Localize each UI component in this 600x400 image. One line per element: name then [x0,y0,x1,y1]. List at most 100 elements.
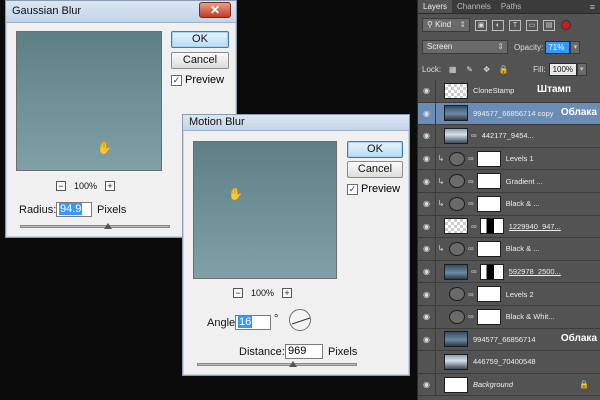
black-white-adjustment-icon [449,241,465,256]
blend-mode-dropdown[interactable]: Screen [422,40,508,54]
visibility-eye-icon[interactable]: ◉ [418,238,436,260]
visibility-eye-icon[interactable]: ◉ [418,102,436,125]
angle-input[interactable]: 16 [235,315,271,330]
zoom-out-button[interactable]: − [233,288,243,298]
link-icon: ∞ [468,312,474,322]
distance-slider-thumb[interactable] [289,361,297,367]
opacity-input[interactable]: 71% [545,40,571,54]
fill-dropdown-arrow[interactable]: ▾ [576,62,587,76]
lock-pixels-icon[interactable]: ✎ [464,64,475,75]
preview-checkbox-row[interactable]: ✓ Preview [347,183,400,195]
layer-name: Black & Whit... [505,312,555,322]
layer-row[interactable]: ◉ ↳ ∞ Levels 1 [418,147,600,171]
visibility-eye-icon[interactable]: ◉ [418,80,436,102]
layer-row[interactable]: ◉ ↳ ∞ Gradient ... [418,170,600,193]
cancel-button[interactable]: Cancel [347,161,403,178]
visibility-eye-icon[interactable]: ◉ [418,192,436,215]
preview-checkbox[interactable]: ✓ [347,183,358,195]
layer-row[interactable]: ◉ ∞ 592978_2500... [418,260,600,284]
layer-row[interactable]: 446759_70400548 [418,351,600,374]
ok-button[interactable]: OK [347,141,403,158]
motion-blur-titlebar[interactable]: Motion Blur [183,115,409,131]
visibility-eye-icon[interactable]: ◉ [418,260,436,283]
distance-input[interactable]: 969 [285,344,323,359]
radius-slider-track[interactable] [20,225,170,228]
lock-all-icon[interactable]: 🔒 [498,64,509,75]
layer-row[interactable]: ◉ ∞ 442177_9454... [418,125,600,148]
motion-blur-preview[interactable]: ✋ [193,141,337,279]
kind-dropdown[interactable]: ⚲ Kind [422,18,470,32]
smart-object-filter-icon[interactable]: ▤ [543,19,555,31]
clip-arrow-icon: ↳ [437,199,445,209]
filter-toggle[interactable] [561,20,571,30]
panel-menu-icon[interactable]: ≡ [590,2,595,12]
cancel-button[interactable]: Cancel [171,52,229,69]
layer-annotation: Штамп [537,84,571,95]
layer-row[interactable]: ◉ CloneStamp Штамп [418,80,600,103]
angle-dial[interactable] [289,309,311,331]
layer-name: Levels 1 [505,154,534,164]
layer-row[interactable]: ◉ 994577_66856714 Облака [418,328,600,352]
opacity-label: Opacity: [514,42,544,52]
visibility-off-cell[interactable] [418,351,436,373]
close-button[interactable]: ✕ [199,2,231,18]
layer-annotation: Облака [560,332,597,344]
angle-label: Angle: [207,317,239,329]
radius-input[interactable]: 94.9 [56,202,92,217]
pixel-filter-icon[interactable]: ▣ [475,19,487,31]
visibility-eye-icon[interactable]: ◉ [418,305,436,328]
ok-button[interactable]: OK [171,31,229,48]
visibility-eye-icon[interactable]: ◉ [418,373,436,396]
tab-layers[interactable]: Layers [418,0,453,13]
layers-list: ◉ CloneStamp Штамп ◉ 994577_66856714 cop… [418,80,600,397]
visibility-eye-icon[interactable]: ◉ [418,147,436,170]
layer-thumbnail [444,331,468,348]
tab-channels[interactable]: Channels [452,0,496,13]
angle-unit: ° [274,313,279,325]
filter-row: ⚲ Kind ▣ ◐ T ▭ ▤ [418,15,600,35]
visibility-eye-icon[interactable]: ◉ [418,283,436,305]
blend-row: Screen Opacity: 71% ▾ [418,37,600,57]
distance-slider-track[interactable] [197,363,357,366]
zoom-in-button[interactable]: + [105,181,116,191]
layer-name: Black & ... [505,244,540,254]
layer-thumbnail [444,353,468,370]
visibility-eye-icon[interactable]: ◉ [418,328,436,351]
layer-name: 994577_66856714 copy [473,108,554,118]
type-filter-icon[interactable]: T [509,19,521,31]
tab-paths[interactable]: Paths [496,0,526,13]
layer-thumbnail [444,376,468,393]
layer-row[interactable]: ◉ ↳ ∞ Black & ... [418,192,600,216]
gaussian-blur-titlebar[interactable]: Gaussian Blur ✕ [6,1,236,23]
levels-adjustment-icon [449,287,465,302]
fill-input[interactable]: 100% [548,62,577,76]
preview-checkbox-row[interactable]: ✓ Preview [171,74,224,86]
visibility-eye-icon[interactable]: ◉ [418,125,436,147]
radius-slider-thumb[interactable] [104,223,112,229]
layer-row[interactable]: ◉ Background 🔒 [418,373,600,397]
layer-row[interactable]: ◉ ∞ Levels 2 [418,283,600,306]
layer-name: 592978_2500... [508,267,561,277]
layer-row[interactable]: ◉ ↳ ∞ Black & ... [418,238,600,261]
layer-name: Black & ... [505,199,540,209]
lock-position-icon[interactable]: ✥ [481,64,492,75]
opacity-dropdown-arrow[interactable]: ▾ [570,40,581,54]
layer-row[interactable]: ◉ ∞ 1229940_947... [418,215,600,239]
layer-thumbnail [444,82,468,99]
link-icon: ∞ [468,244,474,254]
layer-row[interactable]: ◉ ∞ Black & Whit... [418,305,600,329]
layer-mask-thumbnail [479,263,504,280]
shape-filter-icon[interactable]: ▭ [526,19,538,31]
lock-transparency-icon[interactable]: ▦ [447,64,458,75]
zoom-in-button[interactable]: + [282,288,293,298]
gaussian-blur-preview[interactable]: ✋ [16,31,162,171]
visibility-eye-icon[interactable]: ◉ [418,215,436,238]
layers-panel: Layers Channels Paths ≡ ⚲ Kind ▣ ◐ T ▭ ▤… [417,0,600,400]
preview-checkbox[interactable]: ✓ [171,74,182,86]
adjustment-filter-icon[interactable]: ◐ [492,19,504,31]
visibility-eye-icon[interactable]: ◉ [418,170,436,192]
zoom-out-button[interactable]: − [56,181,66,191]
layer-row[interactable]: ◉ 994577_66856714 copy Облака [418,102,600,126]
angle-value: 16 [238,316,253,328]
layer-thumbnail [444,127,468,144]
